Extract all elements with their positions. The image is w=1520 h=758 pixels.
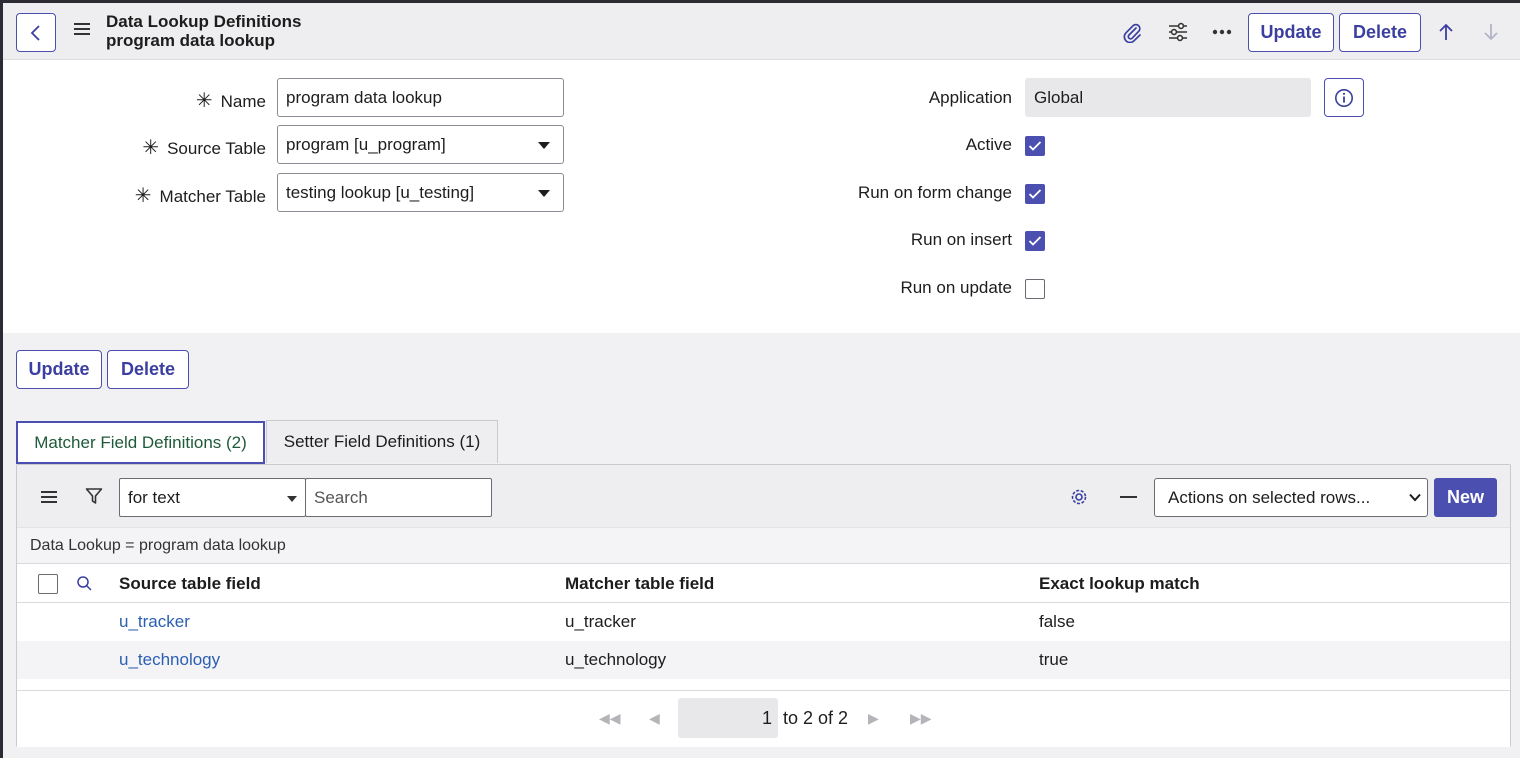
name-value: program data lookup bbox=[286, 87, 442, 107]
tab-matcher-field-definitions[interactable]: Matcher Field Definitions (2) bbox=[16, 421, 265, 464]
column-header-exact-lookup-match[interactable]: Exact lookup match bbox=[1039, 574, 1200, 594]
actions-select-value: Actions on selected rows... bbox=[1168, 487, 1371, 507]
table-header: Source table field Matcher table field E… bbox=[17, 563, 1510, 603]
list-toolbar: for text Search Actions on selected rows… bbox=[17, 465, 1510, 527]
active-checkbox[interactable] bbox=[1025, 136, 1045, 156]
last-page-icon[interactable]: ▶▶ bbox=[910, 710, 932, 727]
arrow-down-icon[interactable] bbox=[1478, 19, 1504, 45]
form-delete-button[interactable]: Delete bbox=[107, 350, 189, 389]
required-asterisk-icon: ✳ bbox=[195, 90, 213, 112]
page-number-value: 1 bbox=[761, 707, 772, 728]
dropdown-caret-icon bbox=[538, 142, 550, 149]
dropdown-caret-icon bbox=[287, 496, 297, 502]
context-menu-icon[interactable] bbox=[74, 23, 90, 37]
matcher-table-value: testing lookup [u_testing] bbox=[286, 182, 475, 202]
name-label: ✳ Name bbox=[195, 90, 266, 112]
page-range-text: to 2 of 2 bbox=[783, 708, 849, 728]
application-label: Application bbox=[928, 88, 1012, 107]
run-on-insert-checkbox[interactable] bbox=[1025, 231, 1045, 251]
header-update-button[interactable]: Update bbox=[1248, 13, 1334, 52]
previous-page-icon[interactable]: ◀ bbox=[649, 710, 660, 727]
column-header-matcher-table-field[interactable]: Matcher table field bbox=[565, 574, 714, 594]
exact-match-cell: true bbox=[1039, 650, 1069, 669]
source-field-link[interactable]: u_tracker bbox=[119, 612, 190, 632]
actions-select[interactable]: Actions on selected rows... bbox=[1154, 478, 1428, 517]
back-button[interactable] bbox=[16, 13, 56, 52]
table-row: u_technology u_technology true bbox=[17, 641, 1510, 679]
name-field[interactable]: program data lookup bbox=[277, 78, 564, 117]
chevron-down-icon bbox=[1409, 493, 1421, 502]
matcher-table-label: ✳ Matcher Table bbox=[134, 185, 266, 207]
run-on-form-change-checkbox[interactable] bbox=[1025, 184, 1045, 204]
search-placeholder: Search bbox=[314, 487, 368, 507]
run-on-form-change-label: Run on form change bbox=[857, 183, 1012, 202]
search-input[interactable]: Search bbox=[305, 478, 492, 517]
source-table-value: program [u_program] bbox=[286, 134, 446, 154]
new-button[interactable]: New bbox=[1434, 478, 1497, 517]
related-list: for text Search Actions on selected rows… bbox=[16, 464, 1511, 747]
application-field: Global bbox=[1025, 78, 1311, 117]
required-asterisk-icon: ✳ bbox=[134, 185, 152, 207]
source-table-label: ✳ Source Table bbox=[142, 137, 266, 159]
header-delete-button[interactable]: Delete bbox=[1339, 13, 1421, 52]
tab-setter-field-definitions[interactable]: Setter Field Definitions (1) bbox=[266, 420, 498, 463]
checkmark-icon bbox=[1028, 189, 1042, 199]
application-value: Global bbox=[1034, 87, 1084, 107]
matcher-field-cell: u_tracker bbox=[565, 612, 636, 631]
run-on-insert-label: Run on insert bbox=[910, 230, 1012, 249]
list-menu-icon[interactable] bbox=[41, 491, 57, 503]
select-all-checkbox[interactable] bbox=[38, 574, 58, 594]
first-page-icon[interactable]: ◀◀ bbox=[599, 710, 621, 727]
more-options-icon[interactable] bbox=[1209, 19, 1235, 45]
record-form: ✳ Name program data lookup ✳ Source Table … bbox=[3, 60, 1520, 333]
required-asterisk-icon: ✳ bbox=[142, 137, 160, 159]
dropdown-caret-icon bbox=[538, 190, 550, 197]
column-header-source-table-field[interactable]: Source table field bbox=[119, 574, 261, 594]
filter-icon[interactable] bbox=[85, 487, 103, 505]
active-label: Active bbox=[965, 135, 1012, 154]
run-on-update-checkbox[interactable] bbox=[1025, 279, 1045, 299]
gear-icon[interactable] bbox=[1069, 487, 1089, 507]
pagination: ◀◀ ◀ 1 to 2 of 2 ▶ ▶▶ bbox=[17, 690, 1510, 747]
form-update-button[interactable]: Update bbox=[16, 350, 102, 389]
filter-breadcrumb[interactable]: Data Lookup = program data lookup bbox=[17, 527, 1510, 563]
info-button[interactable] bbox=[1324, 78, 1364, 117]
source-table-select[interactable]: program [u_program] bbox=[277, 125, 564, 164]
table-row: u_tracker u_tracker false bbox=[17, 603, 1510, 641]
record-type-title: Data Lookup Definitions bbox=[106, 12, 302, 31]
form-header: Data Lookup Definitions program data loo… bbox=[3, 3, 1520, 60]
arrow-up-icon[interactable] bbox=[1433, 19, 1459, 45]
page-title: Data Lookup Definitions program data loo… bbox=[106, 12, 302, 50]
search-field-value: for text bbox=[128, 487, 180, 507]
record-name-title: program data lookup bbox=[106, 31, 276, 50]
page-number-input[interactable]: 1 bbox=[678, 698, 778, 738]
settings-sliders-icon[interactable] bbox=[1165, 19, 1191, 45]
matcher-table-select[interactable]: testing lookup [u_testing] bbox=[277, 173, 564, 212]
matcher-field-cell: u_technology bbox=[565, 650, 667, 669]
collapse-icon[interactable] bbox=[1120, 496, 1137, 498]
chevron-left-icon bbox=[30, 24, 40, 41]
search-icon[interactable] bbox=[76, 575, 93, 592]
info-icon bbox=[1335, 88, 1353, 107]
source-field-link[interactable]: u_technology bbox=[119, 650, 220, 670]
breadcrumb-text: Data Lookup = program data lookup bbox=[30, 536, 286, 554]
checkmark-icon bbox=[1028, 236, 1042, 246]
next-page-icon[interactable]: ▶ bbox=[868, 710, 879, 727]
checkmark-icon bbox=[1028, 141, 1042, 151]
search-field-select[interactable]: for text bbox=[119, 478, 306, 517]
paperclip-icon[interactable] bbox=[1119, 19, 1145, 45]
exact-match-cell: false bbox=[1039, 612, 1075, 631]
run-on-update-label: Run on update bbox=[900, 278, 1012, 297]
